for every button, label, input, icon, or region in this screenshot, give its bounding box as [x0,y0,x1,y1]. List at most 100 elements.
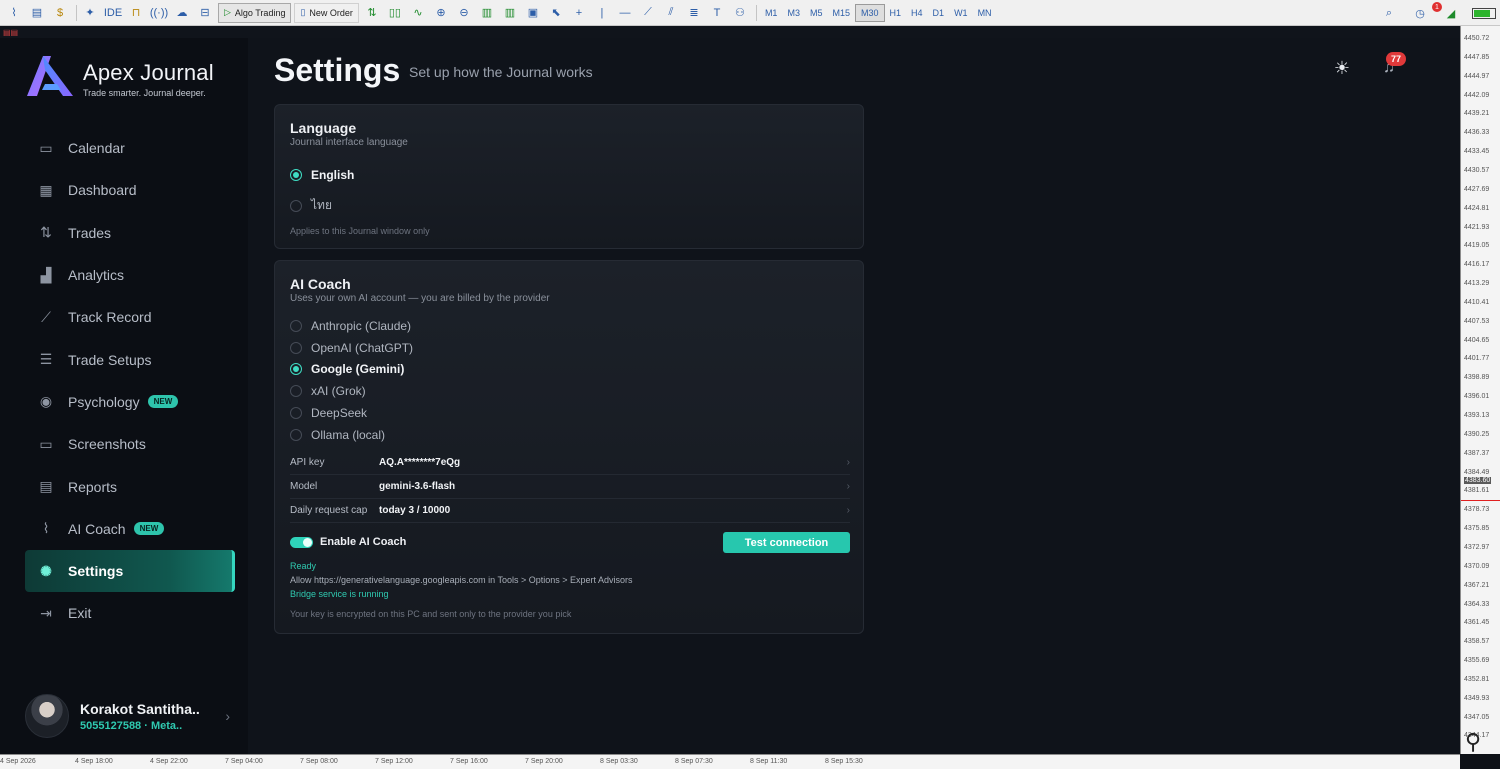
timeframe-d1[interactable]: D1 [928,4,950,22]
timeframe-m3[interactable]: M3 [782,4,805,22]
daily-request-cap-row[interactable]: Daily request cap today 3 / 10000 › [290,499,850,523]
model-row[interactable]: Model gemini-3.6-flash › [290,475,850,499]
provider-option[interactable]: xAI (Grok) [290,384,366,398]
radio-button[interactable] [290,199,302,212]
candles-icon[interactable]: ▯▯ [385,4,405,22]
radio-button[interactable] [290,341,302,354]
provider-option[interactable]: OpenAI (ChatGPT) [290,341,413,355]
ide-button[interactable]: IDE [103,4,123,22]
cursor-icon[interactable]: ⬉ [546,4,566,22]
user-profile[interactable]: Korakot Santitha.. 5055127588 · Meta.. › [25,694,230,738]
provider-option-label: OpenAI (ChatGPT) [311,340,414,355]
price-tick: 4364.33 [1464,600,1490,608]
timeframe-mn[interactable]: MN [973,4,997,22]
enable-ai-coach-toggle-row[interactable]: Enable AI Coach [290,536,406,548]
dollar-icon[interactable]: $ [50,4,70,22]
price-axis: 4450.72 4447.85 4444.97 4442.09 4439.21 4436.… [1460,26,1500,754]
timeframe-h1[interactable]: H1 [885,4,907,22]
sidebar: Apex Journal Trade smarter. Journal deep… [0,38,248,754]
timeframe-h4[interactable]: H4 [906,4,928,22]
field-value: AQ.A********7eQg [379,457,461,468]
lock-icon[interactable]: ⊓ [126,4,146,22]
horizontal-line-icon[interactable]: — [615,4,635,22]
channel-icon[interactable]: ⫽ [661,4,681,22]
fibonacci-icon[interactable]: ≣ [684,4,704,22]
alert-count-badge: 1 [1432,2,1442,12]
magnifier-icon[interactable]: ⚲ [1456,727,1490,757]
play-icon: ▷ [224,7,231,17]
text-icon[interactable]: T [707,4,727,22]
chart-template-icon[interactable]: ▤ [27,4,47,22]
sidebar-item-psychology[interactable]: ◉ Psychology NEW [25,381,235,423]
api-key-row[interactable]: API key AQ.A********7eQg › [290,451,850,475]
timeframe-m15[interactable]: M15 [827,4,855,22]
zoom-out-icon[interactable]: ⊖ [454,4,474,22]
sidebar-item-label: Reports [68,478,118,495]
timeframe-w1[interactable]: W1 [949,4,973,22]
tile-icon[interactable]: ▥ [477,4,497,22]
language-option[interactable]: ไทย [290,196,332,215]
timeframe-m5[interactable]: M5 [805,4,828,22]
sidebar-item-reports[interactable]: ▤ Reports [25,465,235,507]
price-tick: 4398.89 [1464,374,1490,382]
sidebar-item-settings[interactable]: ✺ Settings [25,549,235,593]
radio-button[interactable] [290,363,302,376]
radio-button[interactable] [290,169,302,181]
sidebar-item-label: Calendar [68,140,125,157]
language-option-label: ไทย [311,198,332,212]
alerts-icon[interactable]: ◷ 1 [1410,2,1442,22]
field-value: gemini-3.6-flash [379,481,456,492]
autoscroll-icon[interactable]: ▥ [500,4,520,22]
price-tick: 4372.97 [1464,543,1490,551]
provider-option[interactable]: Google (Gemini) [290,362,404,376]
sidebar-item-trades[interactable]: ⇅ Trades [25,212,235,254]
radio-button[interactable] [290,406,302,419]
sidebar-item-calendar[interactable]: ▭ Calendar [25,127,235,169]
language-option[interactable]: English [290,168,354,182]
radio-button[interactable] [290,385,302,398]
line-icon[interactable]: ∿ [408,4,428,22]
bars-icon[interactable]: ⇅ [362,4,382,22]
theme-toggle-sun-icon[interactable]: ☀ [1332,58,1352,78]
algo-trading-button[interactable]: ▷ Algo Trading [218,2,292,23]
cloud-icon[interactable]: ☁ [172,4,192,22]
sidebar-item-track-record[interactable]: ⟋ Track Record [25,296,235,338]
radio-button[interactable] [290,428,302,441]
provider-option[interactable]: DeepSeek [290,406,367,420]
calendar-icon: ▭ [39,139,53,156]
sidebar-item-ai-coach[interactable]: ⌇ AI Coach NEW [25,508,235,550]
ai-coach-card: AI Coach Uses your own AI account — you … [274,260,864,634]
sidebar-item-screenshots[interactable]: ▭ Screenshots [25,423,235,465]
sidebar-item-dashboard[interactable]: ▦ Dashboard [25,169,235,211]
timeframe-m30[interactable]: M30 [855,3,885,22]
shapes-icon[interactable]: ⚇ [730,4,750,22]
market-icon[interactable]: ⊟ [195,4,215,22]
crosshair-icon[interactable]: + [569,4,589,22]
new-order-button[interactable]: ▯ New Order [294,2,359,23]
price-tick: 4407.53 [1464,317,1490,325]
chart-tabs-icon[interactable]: ▤▤ [3,28,18,37]
provider-option[interactable]: Ollama (local) [290,428,385,442]
timeframe-m1[interactable]: M1 [760,4,783,22]
price-tick: 4450.72 [1464,35,1490,42]
screenshot-icon[interactable]: ▣ [523,4,543,22]
chart-type-icon[interactable]: ⌇ [4,4,24,22]
vertical-line-icon[interactable]: | [592,4,612,22]
signal-icon[interactable]: ((·)) [149,4,169,22]
sidebar-item-analytics[interactable]: ▟ Analytics [25,254,235,296]
expert-icon[interactable]: ✦ [80,4,100,22]
price-tick: 4390.25 [1464,430,1490,438]
enable-ai-coach-toggle[interactable] [290,536,313,548]
provider-option[interactable]: Anthropic (Claude) [290,319,411,333]
radio-button[interactable] [290,320,302,332]
connection-status-icon [1472,7,1496,19]
sidebar-item-exit[interactable]: ⇥ Exit [25,592,235,634]
time-axis: 4 Sep 2026 4 Sep 18:00 4 Sep 22:00 7 Sep 04… [0,754,1460,769]
test-connection-button[interactable]: Test connection [723,532,850,553]
sidebar-item-trade-setups[interactable]: ☰ Trade Setups [25,338,235,380]
zoom-in-icon[interactable]: ⊕ [431,4,451,22]
search-icon[interactable]: ⌕ [1379,4,1399,22]
page-title: Settings [274,52,401,88]
trendline-icon[interactable]: ⟋ [638,4,658,22]
platform-name: Meta.. [150,719,183,732]
